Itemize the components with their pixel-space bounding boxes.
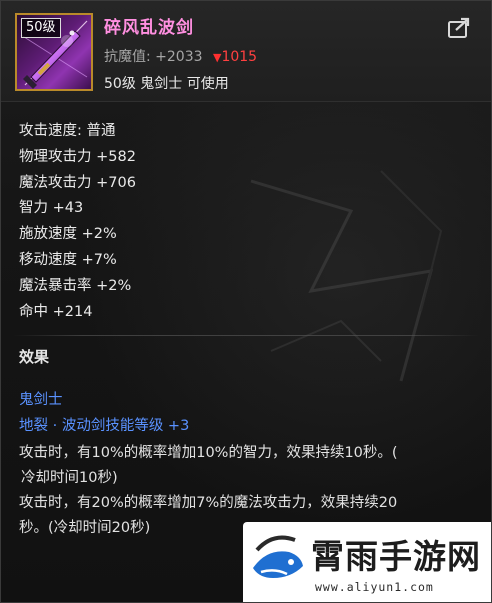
tooltip-header: 50级 碎风乱波剑 抗魔值: +2033 ▼1015 50级 鬼剑士 可使用 xyxy=(1,1,491,102)
magic-resist-value: 抗魔值: +2033 xyxy=(104,49,203,65)
item-level-tag: 50级 xyxy=(21,18,61,38)
item-icon[interactable]: 50级 xyxy=(15,13,93,91)
usable-requirement: 50级 鬼剑士 可使用 xyxy=(104,76,229,92)
watermark-title: 霄雨手游网 xyxy=(311,537,481,576)
stat-intelligence: 智力 +43 xyxy=(19,200,84,217)
background-art xyxy=(250,170,443,382)
effect-title: 效果 xyxy=(19,348,50,366)
stats-list: 攻击速度: 普通 物理攻击力 +582 魔法攻击力 +706 智力 +43 施放… xyxy=(19,119,136,325)
magic-resist-decrease: ▼1015 xyxy=(213,49,257,65)
stat-magic-attack: 魔法攻击力 +706 xyxy=(19,174,136,191)
stat-attack-speed: 攻击速度: 普通 xyxy=(19,123,116,139)
effect-line: 冷却时间10秒) xyxy=(21,470,118,486)
effect-class-name: 鬼剑士 xyxy=(19,392,63,408)
stat-cast-speed: 施放速度 +2% xyxy=(19,226,117,243)
effect-line: 攻击时，有10%的概率增加10%的智力，效果持续10秒。( xyxy=(19,445,398,461)
stat-physical-attack: 物理攻击力 +582 xyxy=(19,148,136,165)
stat-magic-crit: 魔法暴击率 +2% xyxy=(19,277,132,294)
stat-move-speed: 移动速度 +7% xyxy=(19,251,117,268)
magic-resist-down-value: 1015 xyxy=(221,49,258,65)
magic-resist-row: 抗魔值: +2033 ▼1015 xyxy=(104,46,257,66)
fish-logo-icon xyxy=(253,535,303,578)
site-watermark: 霄雨手游网 www.aliyun1.com xyxy=(243,522,491,602)
share-icon xyxy=(448,17,470,38)
share-button[interactable] xyxy=(447,17,471,39)
watermark-url: www.aliyun1.com xyxy=(315,580,434,594)
item-name: 碎风乱波剑 xyxy=(104,18,194,38)
item-tooltip: 50级 碎风乱波剑 抗魔值: +2033 ▼1015 50级 鬼剑士 可使用 攻… xyxy=(0,0,492,603)
effect-line: 攻击时，有20%的概率增加7%的魔法攻击力，效果持续20 xyxy=(19,495,398,511)
section-divider xyxy=(13,335,479,336)
effect-skill-bonus: 地裂 · 波动剑技能等级 +3 xyxy=(19,418,190,434)
stat-hit: 命中 +214 xyxy=(19,303,93,320)
